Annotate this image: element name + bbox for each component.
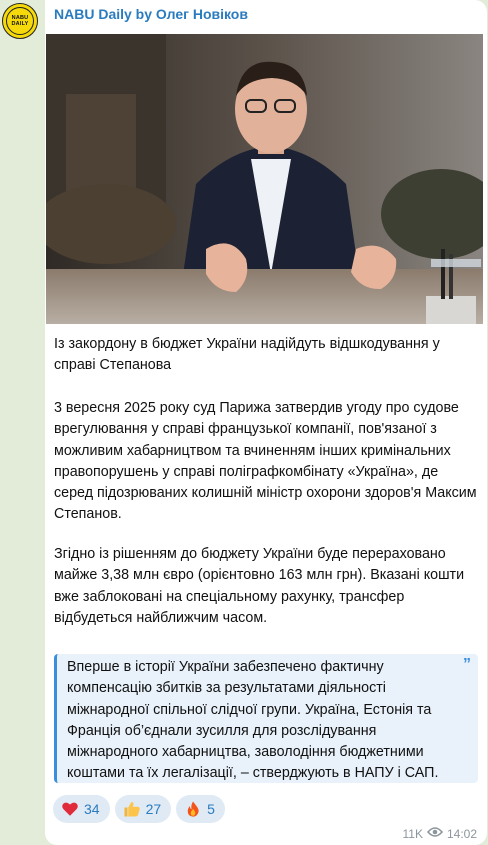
- message-time: 14:02: [446, 826, 477, 841]
- reaction-count: 5: [207, 801, 215, 817]
- post-paragraph-2: Згідно із рішенням до бюджету України бу…: [54, 546, 465, 626]
- post-photo[interactable]: [46, 34, 483, 324]
- heart-icon: [60, 799, 80, 819]
- avatar-logo: NABU DAILY: [6, 7, 34, 35]
- photo-illustration: [46, 34, 483, 324]
- eye-icon: [426, 826, 444, 841]
- reaction-count: 27: [145, 801, 162, 817]
- post-quote: Вперше в історії України забезпечено фак…: [54, 654, 478, 783]
- quote-icon: ”: [463, 656, 471, 673]
- view-count: 11K: [402, 826, 423, 841]
- reaction-count: 34: [84, 801, 100, 817]
- reaction-fire[interactable]: 5: [176, 795, 225, 823]
- quote-text: Вперше в історії України забезпечено фак…: [67, 659, 439, 782]
- reaction-heart[interactable]: 34: [53, 795, 110, 823]
- post-paragraph-1: 3 вересня 2025 року суд Парижа затвердив…: [54, 400, 477, 523]
- reaction-thumbs-up[interactable]: 27: [114, 795, 172, 823]
- channel-avatar[interactable]: NABU DAILY: [2, 3, 38, 39]
- post-headline: Із закордону в бюджет України надійдуть …: [54, 336, 440, 374]
- message-meta: 11K 14:02: [403, 826, 478, 841]
- sender-name[interactable]: NABU Daily by Олег Новіков: [54, 6, 248, 22]
- message-bubble: NABU Daily by Олег Новіков Із закордону …: [45, 0, 487, 845]
- avatar-text-line2: DAILY: [11, 21, 29, 27]
- reactions-bar: 34 27 5: [53, 795, 225, 823]
- fire-icon: [183, 799, 203, 819]
- thumbs-up-icon: [122, 799, 142, 819]
